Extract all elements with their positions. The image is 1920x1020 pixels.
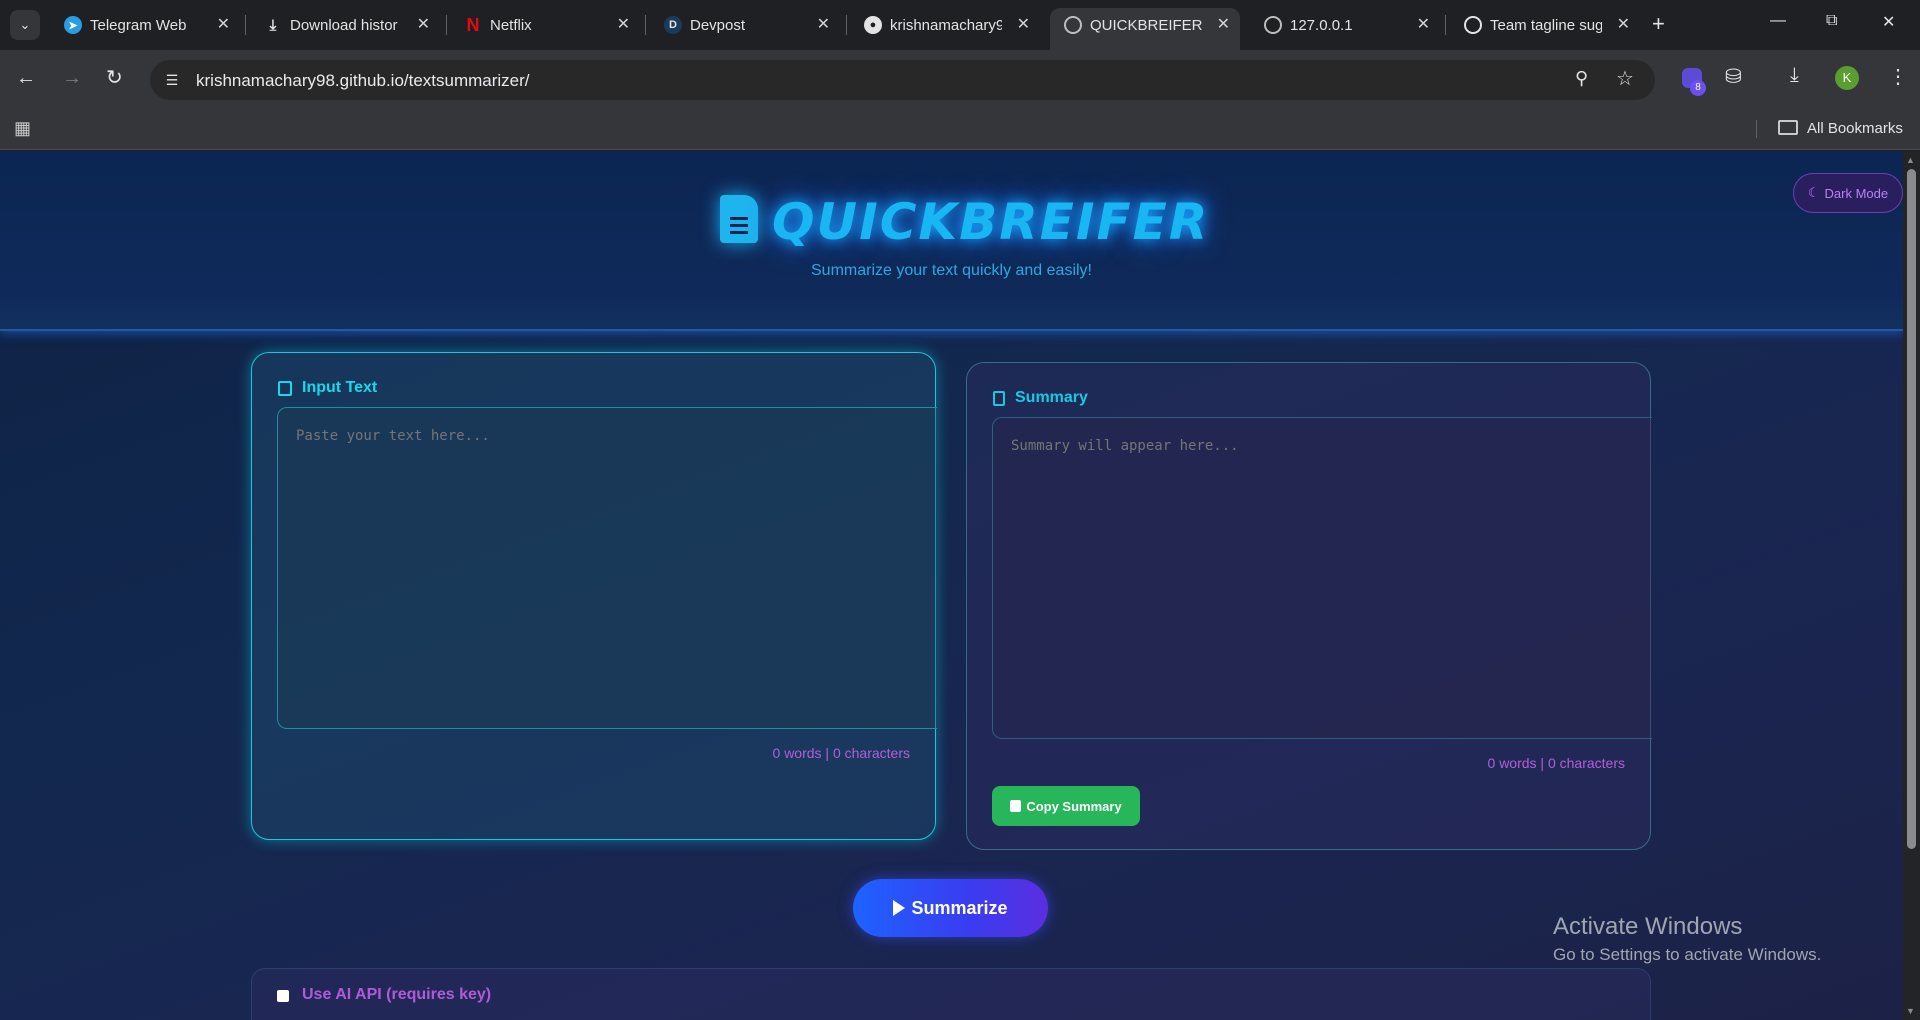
bookmark-star-icon[interactable]: ☆ xyxy=(1616,66,1634,91)
kebab-menu-icon[interactable]: ⋮ xyxy=(1888,64,1908,89)
dark-mode-label: Dark Mode xyxy=(1824,185,1889,201)
scroll-up-icon[interactable]: ▲ xyxy=(1906,155,1915,165)
tab-separator xyxy=(245,15,246,35)
tab-title: krishnamachary9 xyxy=(890,17,1002,34)
restore-button[interactable]: ⧉ xyxy=(1826,12,1837,30)
file-icon xyxy=(993,390,1005,406)
watermark-subtitle: Go to Settings to activate Windows. xyxy=(1553,945,1822,964)
profile-avatar[interactable]: K xyxy=(1835,66,1859,90)
watermark-title: Activate Windows xyxy=(1553,913,1743,940)
page-header: QUICKBREIFER Summarize your text quickly… xyxy=(0,151,1903,331)
tab-title: Download histor xyxy=(290,17,398,34)
tab-telegram[interactable]: ➤ Telegram Web ✕ xyxy=(50,8,240,42)
close-icon[interactable]: ✕ xyxy=(417,14,430,34)
scroll-down-icon[interactable]: ▼ xyxy=(1906,1006,1915,1016)
telegram-icon: ➤ xyxy=(64,16,82,34)
address-bar[interactable]: ☰ krishnamachary98.github.io/textsummari… xyxy=(150,60,1655,100)
download-icon: ⤓ xyxy=(269,16,277,34)
close-icon[interactable]: ✕ xyxy=(817,14,830,34)
input-panel: Input Text 0 words | 0 characters xyxy=(251,352,937,840)
close-icon[interactable]: ✕ xyxy=(617,14,630,34)
devpost-icon: D xyxy=(664,16,682,34)
input-word-counter: 0 words | 0 characters xyxy=(772,745,910,761)
tab-team-tagline[interactable]: Team tagline sug ✕ xyxy=(1450,8,1640,42)
tab-netflix[interactable]: N Netflix ✕ xyxy=(450,8,640,42)
api-options-panel: Use AI API (requires key) xyxy=(251,968,1651,1020)
tab-separator xyxy=(846,15,847,35)
browser-toolbar: ← → ↻ ☰ krishnamachary98.github.io/texts… xyxy=(0,50,1920,108)
tab-title: Team tagline sug xyxy=(1490,17,1602,34)
downloads-icon[interactable]: ⤓ xyxy=(1790,64,1799,87)
netflix-icon: N xyxy=(466,14,480,35)
use-ai-api-checkbox[interactable] xyxy=(277,990,289,1002)
site-info-icon[interactable]: ☰ xyxy=(160,68,184,92)
zoom-icon[interactable]: ⚲ xyxy=(1575,68,1588,89)
bookmarks-bar: ▦ All Bookmarks xyxy=(0,108,1920,150)
chevron-down-icon: ⌄ xyxy=(19,17,31,32)
summary-heading: Summary xyxy=(993,389,1088,407)
tab-search-button[interactable]: ⌄ xyxy=(10,10,40,40)
tab-separator xyxy=(645,15,646,35)
tab-github[interactable]: ● krishnamachary9 ✕ xyxy=(850,8,1040,42)
summarize-label: Summarize xyxy=(911,897,1008,918)
summary-heading-label: Summary xyxy=(1015,389,1088,406)
url-text[interactable]: krishnamachary98.github.io/textsummarize… xyxy=(196,71,530,91)
tab-title: Devpost xyxy=(690,17,746,34)
tab-localhost[interactable]: 127.0.0.1 ✕ xyxy=(1250,8,1440,42)
dark-mode-toggle[interactable]: ☾ Dark Mode xyxy=(1793,173,1903,213)
scroll-thumb[interactable] xyxy=(1907,169,1916,849)
input-heading-label: Input Text xyxy=(302,379,378,396)
close-icon[interactable]: ✕ xyxy=(1417,14,1430,34)
windows-activation-watermark: Activate Windows Go to Settings to activ… xyxy=(1553,913,1821,965)
tab-title: 127.0.0.1 xyxy=(1290,17,1353,34)
new-tab-button[interactable]: + xyxy=(1652,12,1665,36)
copy-summary-label: Copy Summary xyxy=(1026,798,1122,814)
copy-icon xyxy=(1010,800,1022,812)
play-icon xyxy=(893,900,906,916)
window-close-button[interactable]: ✕ xyxy=(1882,12,1895,32)
extensions-puzzle-icon[interactable]: ⛁ xyxy=(1725,64,1742,89)
close-icon[interactable]: ✕ xyxy=(1617,14,1630,34)
globe-icon xyxy=(1064,16,1082,34)
summary-textarea[interactable] xyxy=(992,417,1652,739)
input-textarea[interactable] xyxy=(277,407,937,729)
tab-separator xyxy=(446,15,447,35)
close-icon[interactable]: ✕ xyxy=(1017,14,1030,34)
all-bookmarks-link[interactable]: All Bookmarks xyxy=(1807,120,1903,137)
apps-grid-icon[interactable]: ▦ xyxy=(14,118,31,139)
forward-button[interactable]: → xyxy=(62,66,82,90)
input-heading: Input Text xyxy=(278,379,377,397)
page-scrollbar[interactable]: ▲ ▼ xyxy=(1903,151,1920,1020)
minimize-button[interactable]: — xyxy=(1770,12,1786,30)
github-icon: ● xyxy=(864,16,882,34)
tab-title: QUICKBREIFER - xyxy=(1090,17,1202,34)
tab-strip: ⌄ ➤ Telegram Web ✕ ⤓ Download histor ✕ N… xyxy=(0,0,1920,50)
tab-title: Netflix xyxy=(490,17,532,34)
close-icon[interactable]: ✕ xyxy=(217,14,230,34)
document-icon xyxy=(720,195,758,243)
tab-separator xyxy=(1445,15,1446,35)
summary-panel: Summary 0 words | 0 characters Copy Summ… xyxy=(966,362,1652,850)
copy-summary-button[interactable]: Copy Summary xyxy=(992,786,1140,826)
edit-icon xyxy=(278,380,292,396)
tab-quickbreifer[interactable]: QUICKBREIFER - ✕ xyxy=(1050,8,1240,50)
back-button[interactable]: ← xyxy=(16,66,36,90)
tab-devpost[interactable]: D Devpost ✕ xyxy=(650,8,840,42)
tab-download-history[interactable]: ⤓ Download histor ✕ xyxy=(250,8,440,42)
folder-icon[interactable] xyxy=(1778,120,1798,135)
page-title: QUICKBREIFER xyxy=(772,193,1210,251)
openai-icon xyxy=(1464,16,1482,34)
summary-word-counter: 0 words | 0 characters xyxy=(1487,755,1625,771)
summarize-button[interactable]: Summarize xyxy=(853,879,1048,937)
page-viewport: QUICKBREIFER Summarize your text quickly… xyxy=(0,151,1920,1020)
page-subtitle: Summarize your text quickly and easily! xyxy=(811,262,1092,279)
use-ai-api-label[interactable]: Use AI API (requires key) xyxy=(302,986,491,1004)
globe-icon xyxy=(1264,16,1282,34)
close-icon[interactable]: ✕ xyxy=(1217,14,1230,34)
reload-button[interactable]: ↻ xyxy=(106,66,123,90)
extension-badge: 8 xyxy=(1690,80,1706,96)
moon-icon: ☾ xyxy=(1807,185,1820,200)
bookmarks-separator xyxy=(1756,120,1757,138)
tab-title: Telegram Web xyxy=(90,17,187,34)
